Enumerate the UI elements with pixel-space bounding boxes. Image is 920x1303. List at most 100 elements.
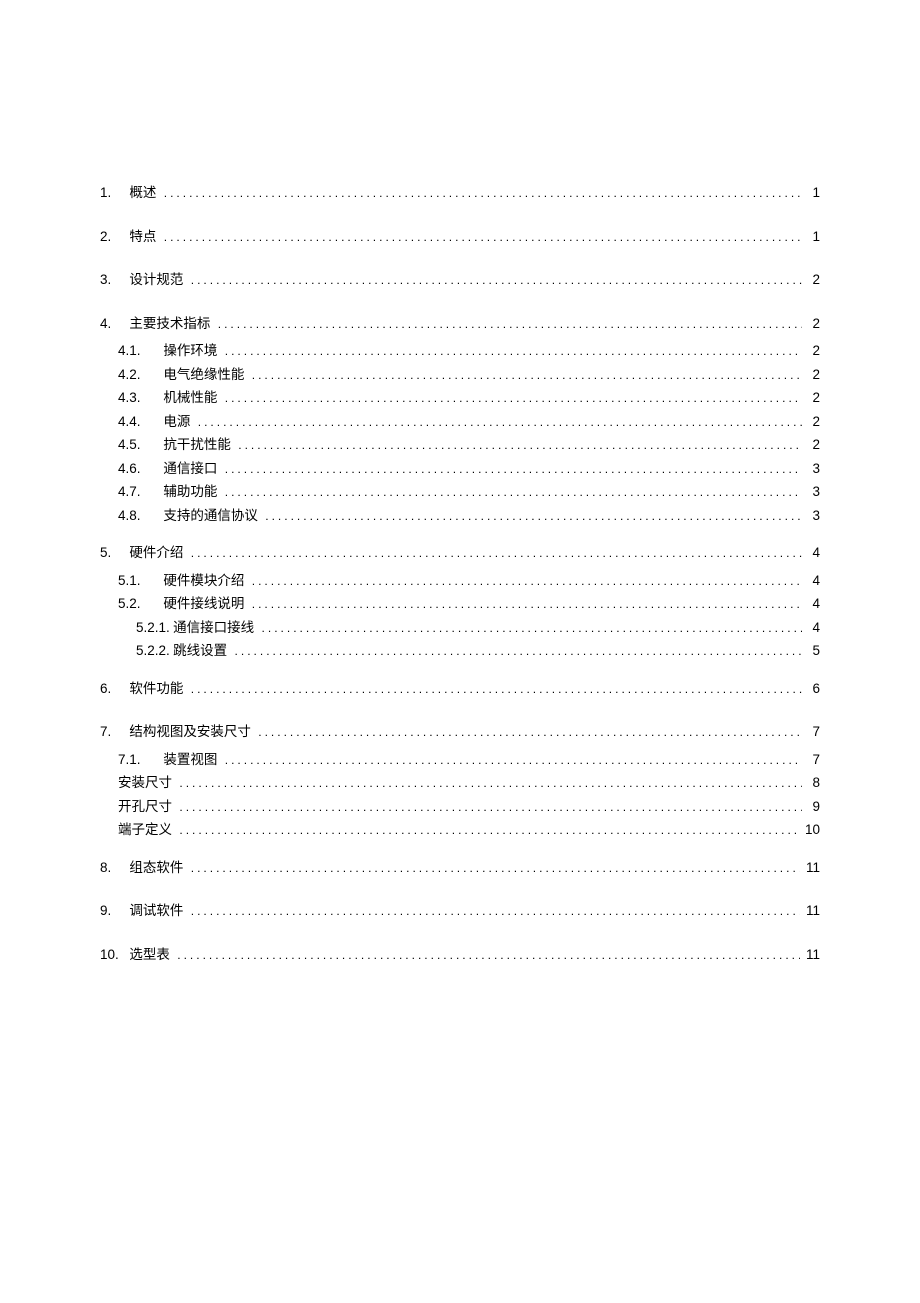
toc-number: 4.6. — [118, 462, 160, 476]
toc-leader-dots — [191, 274, 802, 286]
toc-page-number: 4 — [802, 597, 820, 611]
toc-entry[interactable]: 4.8. 支持的通信协议 3 — [118, 509, 820, 523]
toc-leader-dots — [218, 318, 802, 330]
toc-label: 4.3. 机械性能 — [118, 391, 225, 405]
toc-leader-dots — [191, 683, 802, 695]
toc-entry[interactable]: 4.5. 抗干扰性能 2 — [118, 438, 820, 452]
toc-label: 3. 设计规范 — [100, 273, 191, 287]
toc-title: 组态软件 — [129, 860, 183, 875]
toc-entry[interactable]: 7. 结构视图及安装尺寸 7 — [100, 725, 820, 739]
toc-title: 开孔尺寸 — [118, 799, 172, 814]
toc-leader-dots — [179, 801, 802, 813]
toc-page-number: 4 — [802, 574, 820, 588]
toc-entry[interactable]: 4.6. 通信接口 3 — [118, 462, 820, 476]
toc-entry[interactable]: 4. 主要技术指标 2 — [100, 317, 820, 331]
toc-page-number: 1 — [802, 230, 820, 244]
toc-entry[interactable]: 5. 硬件介绍 4 — [100, 546, 820, 560]
toc-container: 1. 概述 12. 特点 13. 设计规范 24. 主要技术指标 24.1. 操… — [100, 186, 820, 991]
toc-number: 5.1. — [118, 574, 160, 588]
toc-label: 10. 选型表 — [100, 948, 177, 962]
toc-label: 4.4. 电源 — [118, 415, 198, 429]
toc-label: 4.2. 电气绝缘性能 — [118, 368, 252, 382]
toc-leader-dots — [265, 510, 802, 522]
toc-label: 5.1. 硬件模块介绍 — [118, 574, 252, 588]
toc-entry[interactable]: 开孔尺寸 9 — [118, 800, 820, 814]
toc-entry[interactable]: 5.2. 硬件接线说明 4 — [118, 597, 820, 611]
toc-entry[interactable]: 5.2.2. 跳线设置 5 — [136, 644, 820, 658]
toc-title: 特点 — [129, 229, 156, 244]
toc-page-number: 7 — [802, 753, 820, 767]
toc-page-number: 10 — [799, 823, 820, 837]
toc-title: 装置视图 — [163, 752, 217, 767]
toc-label: 4.8. 支持的通信协议 — [118, 509, 265, 523]
toc-number: 5.2.2. — [136, 644, 170, 658]
toc-page-number: 7 — [802, 725, 820, 739]
toc-page-number: 8 — [802, 776, 820, 790]
toc-entry[interactable]: 安装尺寸 8 — [118, 776, 820, 790]
toc-label: 开孔尺寸 — [118, 800, 179, 814]
toc-entry[interactable]: 4.3. 机械性能 2 — [118, 391, 820, 405]
toc-page-number: 2 — [802, 317, 820, 331]
toc-label: 7.1. 装置视图 — [118, 753, 225, 767]
toc-number: 6. — [100, 682, 126, 696]
toc-label: 4.6. 通信接口 — [118, 462, 225, 476]
toc-entry[interactable]: 7.1. 装置视图 7 — [118, 753, 820, 767]
toc-title: 安装尺寸 — [118, 775, 172, 790]
toc-entry[interactable]: 10. 选型表 11 — [100, 948, 820, 962]
toc-entry[interactable]: 4.2. 电气绝缘性能 2 — [118, 368, 820, 382]
toc-label: 5. 硬件介绍 — [100, 546, 191, 560]
toc-number: 4. — [100, 317, 126, 331]
toc-title: 通信接口接线 — [173, 620, 254, 635]
toc-entry[interactable]: 4.1. 操作环境 2 — [118, 344, 820, 358]
toc-entry[interactable]: 3. 设计规范 2 — [100, 273, 820, 287]
toc-label: 5.2.2. 跳线设置 — [136, 644, 235, 658]
toc-entry[interactable]: 8. 组态软件 11 — [100, 861, 820, 875]
toc-label: 端子定义 — [118, 823, 179, 837]
toc-number: 7.1. — [118, 753, 160, 767]
toc-page-number: 3 — [802, 462, 820, 476]
toc-leader-dots — [252, 369, 802, 381]
toc-entry[interactable]: 1. 概述 1 — [100, 186, 820, 200]
toc-leader-dots — [262, 622, 802, 634]
toc-entry[interactable]: 5.2.1. 通信接口接线 4 — [136, 621, 820, 635]
toc-entry[interactable]: 4.7. 辅助功能 3 — [118, 485, 820, 499]
toc-page-number: 2 — [802, 368, 820, 382]
toc-entry[interactable]: 5.1. 硬件模块介绍 4 — [118, 574, 820, 588]
toc-number: 4.7. — [118, 485, 160, 499]
toc-title: 选型表 — [129, 947, 170, 962]
toc-entry[interactable]: 4.4. 电源 2 — [118, 415, 820, 429]
toc-leader-dots — [225, 392, 802, 404]
toc-title: 主要技术指标 — [129, 316, 210, 331]
toc-label: 安装尺寸 — [118, 776, 179, 790]
toc-entry[interactable]: 6. 软件功能 6 — [100, 682, 820, 696]
toc-label: 5.2. 硬件接线说明 — [118, 597, 252, 611]
toc-leader-dots — [225, 486, 802, 498]
toc-page-number: 2 — [802, 344, 820, 358]
toc-label: 6. 软件功能 — [100, 682, 191, 696]
toc-title: 辅助功能 — [163, 484, 217, 499]
toc-page-number: 2 — [802, 438, 820, 452]
toc-label: 4.5. 抗干扰性能 — [118, 438, 238, 452]
toc-leader-dots — [179, 777, 802, 789]
toc-leader-dots — [252, 575, 802, 587]
toc-title: 调试软件 — [129, 903, 183, 918]
toc-entry[interactable]: 9. 调试软件 11 — [100, 904, 820, 918]
toc-leader-dots — [225, 754, 802, 766]
toc-number: 4.4. — [118, 415, 160, 429]
toc-title: 跳线设置 — [173, 643, 227, 658]
toc-title: 结构视图及安装尺寸 — [129, 724, 251, 739]
toc-leader-dots — [225, 463, 802, 475]
toc-page-number: 11 — [800, 861, 820, 875]
toc-label: 9. 调试软件 — [100, 904, 191, 918]
toc-entry[interactable]: 端子定义 10 — [118, 823, 820, 837]
toc-page-number: 1 — [802, 186, 820, 200]
toc-leader-dots — [191, 905, 800, 917]
toc-label: 4.1. 操作环境 — [118, 344, 225, 358]
toc-label: 5.2.1. 通信接口接线 — [136, 621, 262, 635]
toc-title: 端子定义 — [118, 822, 172, 837]
toc-page-number: 4 — [802, 621, 820, 635]
toc-leader-dots — [235, 645, 802, 657]
toc-leader-dots — [225, 345, 802, 357]
toc-page-number: 9 — [802, 800, 820, 814]
toc-entry[interactable]: 2. 特点 1 — [100, 230, 820, 244]
